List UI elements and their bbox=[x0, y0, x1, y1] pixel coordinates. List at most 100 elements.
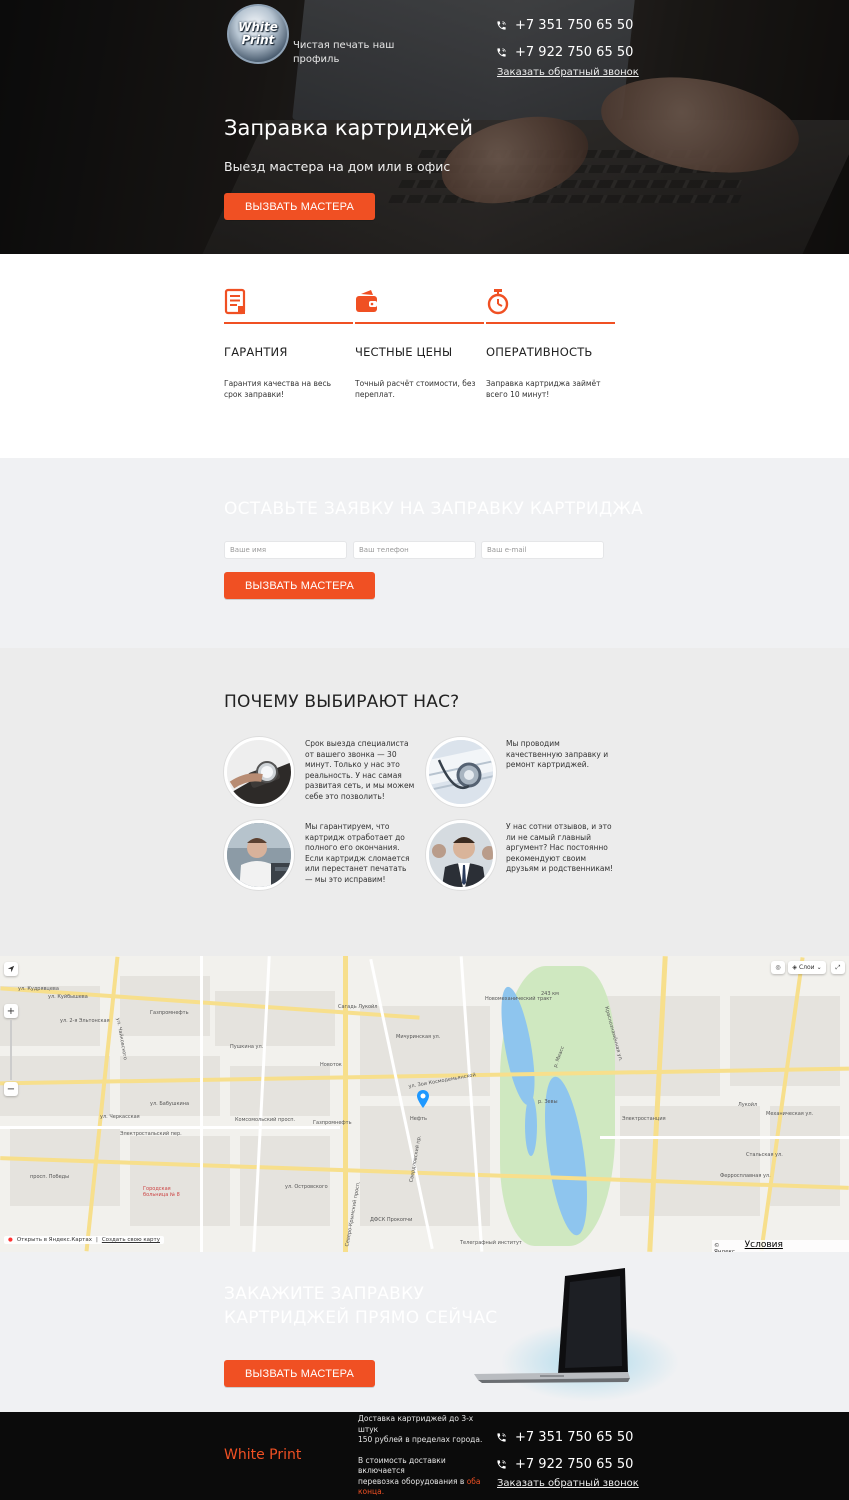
map-pin-small-icon: ● bbox=[8, 1237, 13, 1243]
why-title: ПОЧЕМУ ВЫБИРАЮТ НАС? bbox=[224, 692, 460, 712]
zoom-slider[interactable] bbox=[10, 1020, 12, 1080]
footer-brand: White Print bbox=[224, 1447, 302, 1463]
zoom-out-button[interactable]: − bbox=[4, 1082, 18, 1096]
map-label: ул. Черкасская bbox=[100, 1114, 140, 1120]
geolocation-icon bbox=[7, 965, 15, 973]
footer-callback-link[interactable]: Заказать обратный звонок bbox=[497, 1478, 639, 1489]
create-map-link[interactable]: Создать свою карту bbox=[102, 1237, 160, 1243]
feature-divider bbox=[486, 322, 615, 324]
map-copyright: © Яндекс Условия использования bbox=[712, 1240, 849, 1252]
map-label: р. Зевы bbox=[538, 1099, 558, 1105]
form-title: ОСТАВЬТЕ ЗАЯВКУ НА ЗАПРАВКУ КАРТРИДЖА bbox=[224, 499, 644, 519]
phone-icon bbox=[497, 1433, 506, 1442]
map-label: Электростальский пер. bbox=[120, 1131, 182, 1137]
chevron-down-icon: ⌄ bbox=[816, 964, 822, 971]
map-label: Сагадь Лукойл bbox=[338, 1004, 378, 1010]
feature-divider bbox=[224, 322, 353, 324]
plus-icon: + bbox=[6, 1005, 16, 1017]
call-master-button-cta[interactable]: ВЫЗВАТЬ МАСТЕРА bbox=[224, 1360, 375, 1387]
hero-subtitle: Выезд мастера на дом или в офис bbox=[224, 159, 451, 174]
map-label: Комсомольский просп. bbox=[235, 1117, 296, 1123]
location-pin-icon[interactable] bbox=[417, 1090, 429, 1108]
why-text-3: Мы гарантируем, что картридж отработает … bbox=[305, 822, 410, 884]
feature-title-guarantee: ГАРАНТИЯ bbox=[224, 345, 288, 359]
map-label: ул. 2-я Эльтонская bbox=[60, 1018, 110, 1024]
map-label: Мичуринская ул. bbox=[396, 1034, 441, 1040]
map-label: Механическая ул. bbox=[766, 1111, 814, 1117]
header-phone-2[interactable]: +7 922 750 65 50 bbox=[496, 45, 633, 60]
why-image-stethoscope bbox=[426, 737, 496, 807]
document-icon bbox=[224, 288, 246, 315]
why-text-2: Мы проводим качественную заправку и ремо… bbox=[506, 739, 609, 769]
minus-icon: − bbox=[6, 1083, 16, 1095]
map-bottom-links: ● Открыть в Яндекс.Картах | Создать свою… bbox=[4, 1236, 164, 1244]
layers-button[interactable]: ◈ Слои ⌄ bbox=[788, 961, 826, 974]
footer-phone-1-text: +7 351 750 65 50 bbox=[515, 1430, 634, 1445]
terms-link[interactable]: Условия использования bbox=[745, 1240, 847, 1252]
wallet-icon bbox=[356, 290, 377, 312]
map-label: 243 км bbox=[541, 991, 559, 997]
open-in-yandex-link[interactable]: Открыть в Яндекс.Картах bbox=[17, 1237, 92, 1243]
phone-icon bbox=[497, 21, 506, 30]
fullscreen-button[interactable]: ⤢ bbox=[831, 961, 845, 974]
phone-icon bbox=[497, 48, 506, 57]
cta-section: ЗАКАЖИТЕ ЗАПРАВКУ КАРТРИДЖЕЙ ПРЯМО СЕЙЧА… bbox=[0, 1252, 849, 1412]
expand-icon: ⤢ bbox=[835, 963, 841, 971]
layers-label: Слои bbox=[798, 964, 815, 971]
geolocation-button[interactable] bbox=[4, 962, 18, 976]
feature-title-speed: ОПЕРАТИВНОСТЬ bbox=[486, 345, 593, 359]
why-image-watch bbox=[224, 737, 294, 807]
hero-section: White Print Чистая печать наш профиль +7… bbox=[0, 0, 849, 254]
feature-title-prices: ЧЕСТНЫЕ ЦЕНЫ bbox=[355, 345, 453, 359]
map-label: Ферросплавная ул. bbox=[720, 1173, 771, 1179]
why-image-technician bbox=[224, 820, 294, 890]
header-phone-1[interactable]: +7 351 750 65 50 bbox=[496, 18, 633, 33]
call-master-button-form[interactable]: ВЫЗВАТЬ МАСТЕРА bbox=[224, 572, 375, 599]
why-text-1: Срок выезда специалиста от вашего звонка… bbox=[305, 739, 415, 801]
map-label: Нефть bbox=[410, 1116, 427, 1122]
feature-text-guarantee: Гарантия качества на весь срок заправки! bbox=[224, 379, 332, 399]
footer-phone-2[interactable]: +7 922 750 65 50 bbox=[496, 1457, 633, 1472]
feature-divider bbox=[355, 322, 484, 324]
map-label: Телеграфный институт bbox=[460, 1240, 522, 1246]
feature-text-speed: Заправка картриджа займёт всего 10 минут… bbox=[486, 379, 601, 399]
map-label: Газпромнефть bbox=[313, 1120, 352, 1126]
map-label: ДФСК Прокопчи bbox=[370, 1217, 413, 1223]
footer-delivery-info: Доставка картриджей до 3-х штук 150 рубл… bbox=[358, 1414, 483, 1496]
map-label: Стальская ул. bbox=[746, 1152, 783, 1158]
map-label: ул. Кудрявцева bbox=[18, 986, 59, 992]
map-label: Городская больница № 8 bbox=[143, 1186, 180, 1198]
header-phone-1-text: +7 351 750 65 50 bbox=[515, 18, 634, 33]
why-text-4: У нас сотни отзывов, и это ли не самый г… bbox=[506, 822, 614, 873]
zoom-in-button[interactable]: + bbox=[4, 1004, 18, 1018]
why-us-section: ПОЧЕМУ ВЫБИРАЮТ НАС? Срок выезда специал… bbox=[0, 648, 849, 956]
map-label: ул. Бабушкина bbox=[150, 1101, 190, 1107]
map-label: Лукойл bbox=[738, 1102, 758, 1108]
footer-phone-2-text: +7 922 750 65 50 bbox=[515, 1457, 634, 1472]
traffic-icon: ◎ bbox=[775, 964, 781, 971]
map-label: Газпромнефть bbox=[150, 1010, 189, 1016]
map-label: ул. Островского bbox=[285, 1184, 328, 1190]
footer-phone-1[interactable]: +7 351 750 65 50 bbox=[496, 1430, 633, 1445]
traffic-button[interactable]: ◎ bbox=[771, 961, 785, 974]
map-label: Электростанция bbox=[622, 1116, 666, 1122]
call-master-button-hero[interactable]: ВЫЗВАТЬ МАСТЕРА bbox=[224, 193, 375, 220]
callback-link[interactable]: Заказать обратный звонок bbox=[497, 67, 639, 78]
request-form-section: ОСТАВЬТЕ ЗАЯВКУ НА ЗАПРАВКУ КАРТРИДЖА ВЫ… bbox=[0, 458, 849, 648]
logo-text-line2: Print bbox=[241, 33, 275, 47]
phone-input[interactable] bbox=[353, 541, 476, 559]
header-phone-2-text: +7 922 750 65 50 bbox=[515, 45, 634, 60]
yandex-copyright: © Яндекс bbox=[714, 1243, 735, 1252]
hero-title: Заправка картриджей bbox=[224, 116, 473, 140]
email-input[interactable] bbox=[481, 541, 604, 559]
map-label: просп. Победы bbox=[30, 1174, 70, 1180]
laptop-illustration bbox=[474, 1268, 630, 1383]
why-image-businessman bbox=[426, 820, 496, 890]
tagline: Чистая печать наш профиль bbox=[293, 40, 395, 65]
map-label: Новоток bbox=[320, 1062, 342, 1068]
name-input[interactable] bbox=[224, 541, 347, 559]
logo[interactable]: White Print bbox=[227, 4, 289, 64]
yandex-map[interactable]: ул. Куйбышева ул. Кудрявцева Газпромнефт… bbox=[0, 956, 849, 1252]
map-label: Пушкина ул. bbox=[230, 1044, 264, 1050]
phone-icon bbox=[497, 1460, 506, 1469]
